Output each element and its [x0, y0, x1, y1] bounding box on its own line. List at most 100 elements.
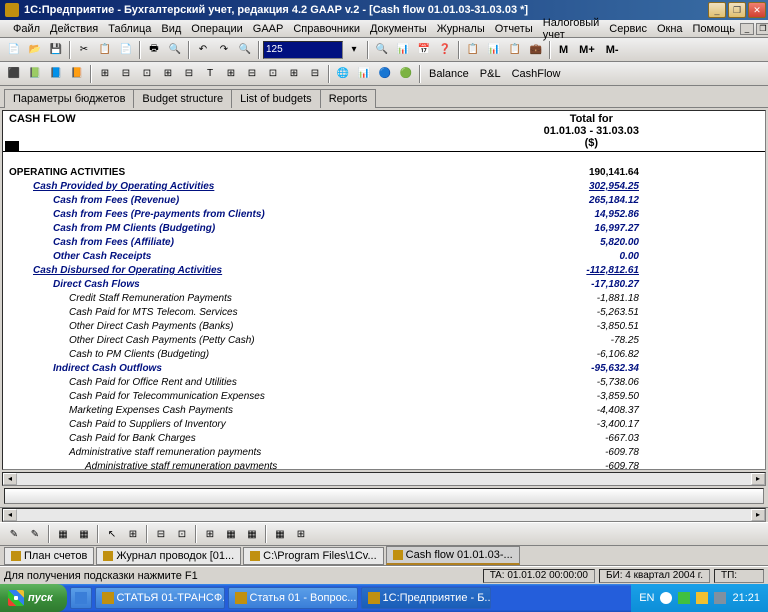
doc-restore-button[interactable]: ❐ — [756, 23, 768, 35]
bb-12-icon[interactable]: ⊞ — [291, 524, 311, 544]
tool3-icon[interactable]: 📋 — [505, 40, 525, 60]
help-icon[interactable]: ❓ — [435, 40, 455, 60]
menu-reports[interactable]: Отчеты — [490, 23, 538, 35]
tab-structure[interactable]: Budget structure — [133, 89, 232, 108]
m-button[interactable]: M — [554, 43, 573, 57]
lang-indicator[interactable]: EN — [639, 592, 654, 604]
t2-11-icon[interactable]: ⊞ — [221, 64, 241, 84]
calc-icon[interactable]: 📊 — [393, 40, 413, 60]
t2-12-icon[interactable]: ⊟ — [242, 64, 262, 84]
calendar-icon[interactable]: 📅 — [414, 40, 434, 60]
scroll-left-icon[interactable]: ◂ — [3, 473, 17, 485]
t2-19-icon[interactable]: 🟢 — [396, 64, 416, 84]
report-area[interactable]: CASH FLOW Total for 01.01.03 - 31.03.03 … — [2, 110, 766, 470]
menu-refs[interactable]: Справочники — [288, 23, 365, 35]
bb-11-icon[interactable]: ▦ — [270, 524, 290, 544]
menu-docs[interactable]: Документы — [365, 23, 432, 35]
balance-button[interactable]: Balance — [424, 67, 474, 81]
t2-17-icon[interactable]: 📊 — [354, 64, 374, 84]
open-icon[interactable]: 📂 — [25, 40, 45, 60]
t2-4-icon[interactable]: 📙 — [67, 64, 87, 84]
mplus-button[interactable]: M+ — [574, 43, 600, 57]
tool-icon[interactable]: 📋 — [463, 40, 483, 60]
t2-18-icon[interactable]: 🔵 — [375, 64, 395, 84]
scroll2-right-icon[interactable]: ▸ — [751, 509, 765, 521]
taskbar-task[interactable]: 1С:Предприятие - Б... — [361, 587, 491, 609]
menu-gaap[interactable]: GAAP — [248, 23, 289, 35]
bb-cursor-icon[interactable]: ↖ — [102, 524, 122, 544]
system-tray[interactable]: EN 21:21 — [631, 584, 768, 612]
menu-operations[interactable]: Операции — [186, 23, 247, 35]
tray-volume-icon[interactable] — [714, 592, 726, 604]
bb-7-icon[interactable]: ⊡ — [172, 524, 192, 544]
tray-icon-3[interactable] — [696, 592, 708, 604]
t2-1-icon[interactable]: ⬛ — [4, 64, 24, 84]
doc-minimize-button[interactable]: _ — [740, 23, 754, 35]
scroll-right-icon[interactable]: ▸ — [751, 473, 765, 485]
paste-icon[interactable]: 📄 — [116, 40, 136, 60]
bb-4-icon[interactable]: ▦ — [74, 524, 94, 544]
bb-9-icon[interactable]: ▦ — [221, 524, 241, 544]
bb-8-icon[interactable]: ⊞ — [200, 524, 220, 544]
tray-icon-2[interactable] — [678, 592, 690, 604]
search-icon[interactable]: 🔍 — [372, 40, 392, 60]
t2-16-icon[interactable]: 🌐 — [333, 64, 353, 84]
maximize-button[interactable]: ❐ — [728, 2, 746, 18]
taskbar-task[interactable]: Статья 01 - Вопрос... — [228, 587, 358, 609]
start-button[interactable]: пуск — [0, 584, 67, 612]
t2-7-icon[interactable]: ⊡ — [137, 64, 157, 84]
pl-button[interactable]: P&L — [475, 67, 506, 81]
bb-3-icon[interactable]: ▦ — [53, 524, 73, 544]
window-tab[interactable]: Cash flow 01.01.03-... — [386, 546, 520, 565]
tray-icon-1[interactable] — [660, 592, 672, 604]
copy-icon[interactable]: 📋 — [95, 40, 115, 60]
new-icon[interactable]: 📄 — [4, 40, 24, 60]
menu-journals[interactable]: Журналы — [432, 23, 490, 35]
bb-10-icon[interactable]: ▦ — [242, 524, 262, 544]
minimize-button[interactable]: _ — [708, 2, 726, 18]
cut-icon[interactable]: ✂ — [74, 40, 94, 60]
menu-windows[interactable]: Окна — [652, 23, 688, 35]
save-icon[interactable]: 💾 — [46, 40, 66, 60]
menu-service[interactable]: Сервис — [604, 23, 652, 35]
t2-13-icon[interactable]: ⊡ — [263, 64, 283, 84]
dropdown-icon[interactable]: ▾ — [344, 40, 364, 60]
menu-file[interactable]: Файл — [8, 23, 45, 35]
preview-icon[interactable]: 🔍 — [165, 40, 185, 60]
tab-reports[interactable]: Reports — [320, 89, 377, 108]
menu-help[interactable]: Помощь — [688, 23, 741, 35]
mminus-button[interactable]: M- — [601, 43, 624, 57]
quick-launch[interactable] — [70, 587, 92, 609]
clock[interactable]: 21:21 — [732, 592, 760, 604]
t2-2-icon[interactable]: 📗 — [25, 64, 45, 84]
close-button[interactable]: ✕ — [748, 2, 766, 18]
menu-actions[interactable]: Действия — [45, 23, 103, 35]
scroll2-left-icon[interactable]: ◂ — [3, 509, 17, 521]
tool4-icon[interactable]: 💼 — [526, 40, 546, 60]
window-tab[interactable]: План счетов — [4, 547, 94, 565]
redo-icon[interactable]: ↷ — [214, 40, 234, 60]
menu-tax[interactable]: Налоговый учет — [538, 17, 605, 41]
secondary-hscroll[interactable]: ◂ ▸ — [2, 508, 766, 522]
tool2-icon[interactable]: 📊 — [484, 40, 504, 60]
tab-params[interactable]: Параметры бюджетов — [4, 89, 134, 108]
t2-8-icon[interactable]: ⊞ — [158, 64, 178, 84]
t2-3-icon[interactable]: 📘 — [46, 64, 66, 84]
bb-2-icon[interactable]: ✎ — [25, 524, 45, 544]
t2-6-icon[interactable]: ⊟ — [116, 64, 136, 84]
window-tab[interactable]: Журнал проводок [01... — [96, 547, 241, 565]
menu-view[interactable]: Вид — [156, 23, 186, 35]
bb-1-icon[interactable]: ✎ — [4, 524, 24, 544]
taskbar-task[interactable]: СТАТЬЯ 01-ТРАНСФ... — [95, 587, 225, 609]
report-hscroll[interactable]: ◂ ▸ — [2, 472, 766, 486]
find-icon[interactable]: 🔍 — [235, 40, 255, 60]
zoom-field[interactable] — [263, 41, 343, 59]
tab-list[interactable]: List of budgets — [231, 89, 321, 108]
t2-14-icon[interactable]: ⊞ — [284, 64, 304, 84]
menu-table[interactable]: Таблица — [103, 23, 156, 35]
t2-10-icon[interactable]: T — [200, 64, 220, 84]
window-tab[interactable]: C:\Program Files\1Cv... — [243, 547, 384, 565]
print-icon[interactable]: 🖶 — [144, 40, 164, 60]
t2-9-icon[interactable]: ⊟ — [179, 64, 199, 84]
bb-5-icon[interactable]: ⊞ — [123, 524, 143, 544]
